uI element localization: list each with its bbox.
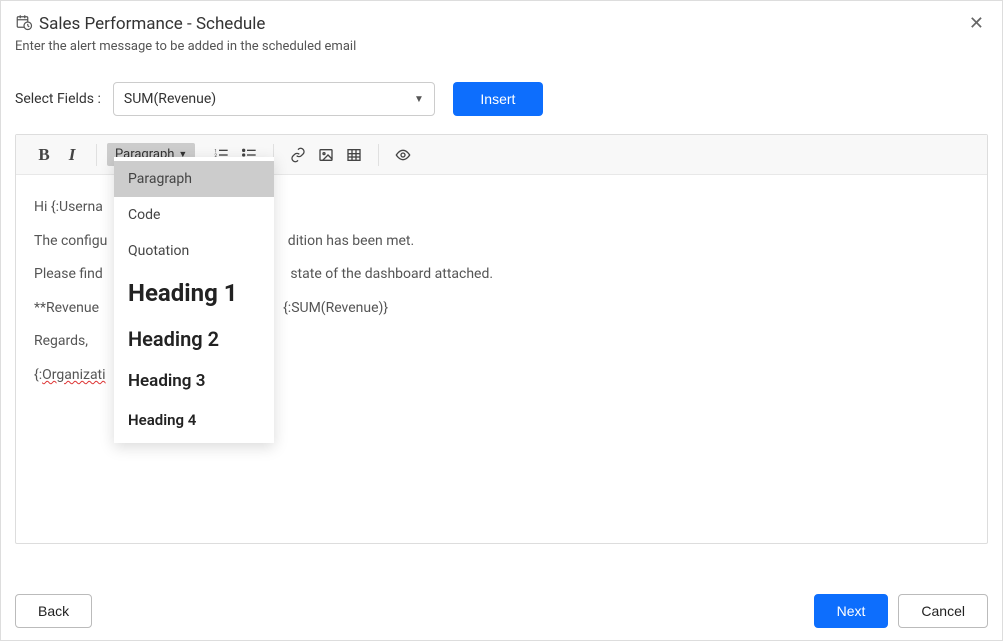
chevron-down-icon: ▼ — [414, 94, 424, 105]
schedule-icon — [15, 13, 33, 35]
dialog-title-block: Sales Performance - Schedule Enter the a… — [15, 13, 356, 54]
preview-button[interactable] — [389, 141, 417, 169]
select-fields-row: Select Fields : SUM(Revenue) ▼ Insert — [15, 82, 988, 116]
format-option-paragraph[interactable]: Paragraph — [114, 161, 274, 197]
dialog-subtitle: Enter the alert message to be added in t… — [15, 39, 356, 54]
format-option-heading-4[interactable]: Heading 4 — [114, 401, 274, 439]
link-button[interactable] — [284, 141, 312, 169]
format-option-heading-3[interactable]: Heading 3 — [114, 361, 274, 401]
table-button[interactable] — [340, 141, 368, 169]
toolbar-separator — [96, 144, 97, 166]
dialog-title: Sales Performance - Schedule — [39, 14, 265, 34]
image-button[interactable] — [312, 141, 340, 169]
select-fields-label: Select Fields : — [15, 91, 101, 107]
next-button[interactable]: Next — [814, 594, 889, 628]
insert-button[interactable]: Insert — [453, 82, 543, 116]
schedule-dialog: Sales Performance - Schedule Enter the a… — [0, 0, 1003, 641]
toolbar-separator — [378, 144, 379, 166]
back-button[interactable]: Back — [15, 594, 92, 628]
dialog-header: Sales Performance - Schedule Enter the a… — [15, 13, 988, 54]
select-fields-dropdown[interactable]: SUM(Revenue) ▼ — [113, 82, 435, 116]
format-option-code[interactable]: Code — [114, 197, 274, 233]
select-fields-value: SUM(Revenue) — [124, 91, 216, 107]
cancel-button[interactable]: Cancel — [898, 594, 988, 628]
format-option-heading-1[interactable]: Heading 1 — [114, 269, 274, 317]
dialog-footer: Back Next Cancel — [15, 594, 988, 628]
format-option-heading-2[interactable]: Heading 2 — [114, 317, 274, 361]
close-button[interactable]: ✕ — [965, 13, 988, 35]
bold-button[interactable]: B — [30, 141, 58, 169]
paragraph-format-menu: ParagraphCodeQuotationHeading 1Heading 2… — [114, 157, 274, 443]
format-option-quotation[interactable]: Quotation — [114, 233, 274, 269]
italic-button[interactable]: I — [58, 141, 86, 169]
